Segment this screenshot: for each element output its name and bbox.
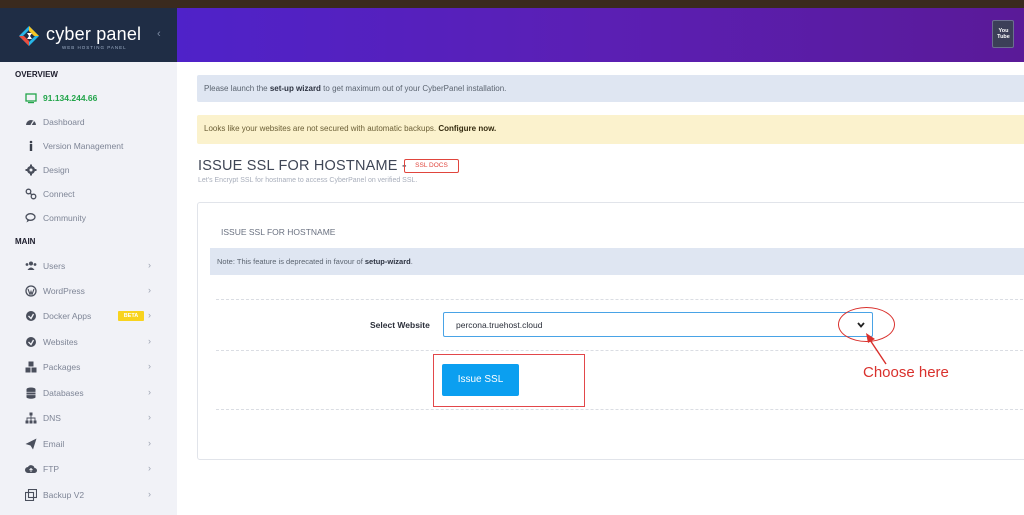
sidebar: cyber panel WEB HOSTING PANEL ‹ OVERVIEW… xyxy=(0,8,177,515)
sidebar-item-websites[interactable]: Websites › xyxy=(0,332,177,354)
top-header-bar: You Tube xyxy=(177,8,1024,62)
sidebar-item-ip[interactable]: 91.134.244.66 xyxy=(0,88,177,110)
cubes-icon xyxy=(25,361,37,373)
website-select[interactable]: percona.truehost.cloud xyxy=(443,312,873,337)
backup-warning-alert: Looks like your websites are not secured… xyxy=(197,115,1024,144)
sidebar-item-label: Websites xyxy=(43,337,78,347)
chevron-right-icon: › xyxy=(148,438,151,448)
sidebar-item-backup-v2[interactable]: Backup V2 › xyxy=(0,485,177,507)
sidebar-item-label: Docker Apps xyxy=(43,311,92,321)
setup-wizard-alert-text: Please launch the set-up wizard to get m… xyxy=(204,84,507,93)
setup-wizard-note-link[interactable]: setup-wizard xyxy=(365,257,411,266)
issue-ssl-button[interactable]: Issue SSL xyxy=(442,364,519,396)
cloud-upload-icon xyxy=(25,465,37,473)
ssl-docs-button[interactable]: SSL DOCS xyxy=(404,159,459,173)
docker-icon xyxy=(26,311,36,321)
beta-badge: BETA xyxy=(118,311,144,321)
wordpress-icon xyxy=(25,285,37,297)
brand-bar: cyber panel WEB HOSTING PANEL ‹ xyxy=(0,8,177,62)
database-icon xyxy=(26,387,36,399)
paper-plane-icon xyxy=(25,438,37,450)
page-subtitle: Let's Encrypt SSL for hostname to access… xyxy=(198,177,418,184)
gear-icon xyxy=(25,164,37,176)
browser-top-edge xyxy=(0,0,1024,8)
tachometer-icon xyxy=(26,120,36,126)
backup-warning-text: Looks like your websites are not secured… xyxy=(204,124,497,133)
chevron-right-icon: › xyxy=(148,285,151,295)
sidebar-item-label: Databases xyxy=(43,388,84,398)
chevron-right-icon: › xyxy=(148,260,151,270)
sidebar-item-label: Packages xyxy=(43,362,81,372)
setup-wizard-link[interactable]: set-up wizard xyxy=(270,84,321,93)
youtube-icon[interactable]: You Tube xyxy=(992,20,1014,48)
section-title-overview: OVERVIEW xyxy=(15,70,58,79)
sidebar-item-label: FTP xyxy=(43,464,60,474)
cyberpanel-logo-icon xyxy=(19,26,39,46)
deprecation-note: Note: This feature is deprecated in favo… xyxy=(210,248,1024,275)
divider xyxy=(216,409,1024,410)
sidebar-item-docker-apps[interactable]: Docker Apps BETA › xyxy=(0,306,177,328)
sidebar-item-dns[interactable]: DNS › xyxy=(0,408,177,430)
sidebar-item-label: Version Management xyxy=(43,141,124,151)
select-website-label: Select Website xyxy=(370,320,430,330)
sidebar-item-design[interactable]: Design xyxy=(0,160,177,182)
youtube-label: You Tube xyxy=(997,28,1010,40)
divider xyxy=(216,299,1024,300)
sidebar-item-label: Backup V2 xyxy=(43,490,85,500)
sidebar-item-email[interactable]: Email › xyxy=(0,434,177,456)
sidebar-item-label: Users xyxy=(43,261,66,271)
sidebar-item-label: DNS xyxy=(43,413,61,423)
chevron-right-icon: › xyxy=(148,310,151,320)
section-title-main: MAIN xyxy=(15,237,36,246)
configure-now-link[interactable]: Configure now. xyxy=(438,124,496,133)
sidebar-item-label: Connect xyxy=(43,189,75,199)
sidebar-item-connect[interactable]: Connect xyxy=(0,184,177,206)
info-icon xyxy=(29,140,33,151)
sidebar-item-wordpress[interactable]: WordPress › xyxy=(0,281,177,303)
main-content: Please launch the set-up wizard to get m… xyxy=(177,62,1024,515)
divider xyxy=(216,350,1024,351)
sidebar-item-databases[interactable]: Databases › xyxy=(0,383,177,405)
issue-ssl-card: ISSUE SSL FOR HOSTNAME Note: This featur… xyxy=(197,202,1024,460)
sitemap-icon xyxy=(25,412,37,424)
link-icon xyxy=(25,188,37,200)
sidebar-item-label: Email xyxy=(43,439,65,449)
sidebar-item-version-management[interactable]: Version Management xyxy=(0,136,177,158)
users-icon xyxy=(25,261,37,270)
page: cyber panel WEB HOSTING PANEL ‹ OVERVIEW… xyxy=(0,0,1024,515)
website-select-value: percona.truehost.cloud xyxy=(456,320,543,330)
sidebar-item-community[interactable]: Community xyxy=(0,208,177,230)
page-title: ISSUE SSL FOR HOSTNAME - xyxy=(198,158,407,174)
sidebar-item-packages[interactable]: Packages › xyxy=(0,357,177,379)
monitor-icon xyxy=(25,93,37,104)
sidebar-item-dashboard[interactable]: Dashboard xyxy=(0,112,177,134)
dropdown-highlight-ellipse xyxy=(838,307,895,342)
card-title: ISSUE SSL FOR HOSTNAME xyxy=(221,227,336,237)
brand-name: cyber panel xyxy=(46,24,142,44)
chevron-right-icon: › xyxy=(148,387,151,397)
chevron-right-icon: › xyxy=(148,336,151,346)
brand-tagline: WEB HOSTING PANEL xyxy=(62,45,127,50)
globe-icon xyxy=(26,337,36,347)
choose-here-annotation: Choose here xyxy=(863,364,949,381)
sidebar-item-label: Community xyxy=(43,213,86,223)
deprecation-note-text: Note: This feature is deprecated in favo… xyxy=(217,257,413,266)
chevron-right-icon: › xyxy=(148,361,151,371)
chevron-right-icon: › xyxy=(148,463,151,473)
sidebar-collapse-icon[interactable]: ‹ xyxy=(157,28,161,40)
sidebar-item-label: Dashboard xyxy=(43,117,85,127)
sidebar-item-ftp[interactable]: FTP › xyxy=(0,459,177,481)
sidebar-item-label: WordPress xyxy=(43,286,85,296)
chevron-right-icon: › xyxy=(148,412,151,422)
setup-wizard-alert: Please launch the set-up wizard to get m… xyxy=(197,75,1024,102)
sidebar-item-label: Design xyxy=(43,165,70,175)
clone-icon xyxy=(25,489,37,501)
chevron-right-icon: › xyxy=(148,489,151,499)
sidebar-item-label: 91.134.244.66 xyxy=(43,93,98,103)
sidebar-item-users[interactable]: Users › xyxy=(0,256,177,278)
comments-icon xyxy=(25,213,36,223)
